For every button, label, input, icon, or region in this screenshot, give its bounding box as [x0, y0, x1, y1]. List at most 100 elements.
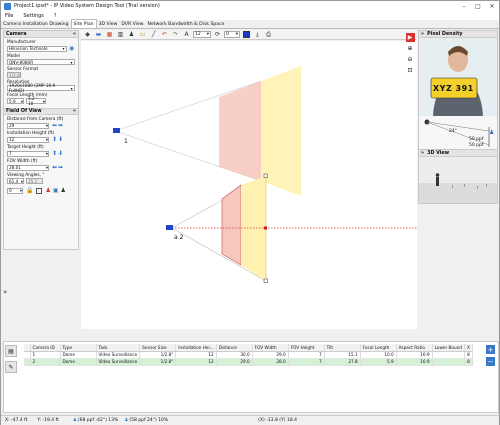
bottom-value-select[interactable]: 0 ▾ [7, 187, 23, 194]
add-icon[interactable]: + [486, 345, 495, 354]
resolution-select[interactable]: 1920x1080 (2MP 16:9 FullHD) ▾ [7, 83, 75, 93]
col-header[interactable]: Focal Length [360, 344, 397, 352]
download-icon[interactable]: ⤓ [253, 31, 262, 39]
view-3d-header[interactable]: » 3D View [419, 150, 497, 157]
person-icon[interactable]: ♟ [61, 187, 66, 194]
col-header[interactable]: Distance [216, 344, 253, 352]
model-select[interactable]: QNV-8080R ▾ [7, 59, 75, 65]
distance-arrows-icon[interactable]: ⬅➡ [52, 122, 64, 129]
menu-file[interactable]: File [5, 13, 13, 19]
person-red-icon[interactable]: ♟ [45, 187, 50, 194]
table-row[interactable]: 1 Dome Video Surveillance 1/2.8" 12 30.0… [24, 351, 473, 359]
table-cell: 5.9 [360, 358, 397, 366]
tab-network-bandwidth[interactable]: Network Bandwidth & Disk Space [146, 20, 227, 28]
line-tool-icon[interactable]: ╱ [149, 31, 158, 39]
height-arrows-icon[interactable]: ⬆⬇ [52, 136, 64, 143]
table-row-selected[interactable]: 2 Dome Video Surveillance 1/2.8" 12 29.0… [24, 358, 473, 366]
table-cell: 28.0 [252, 358, 289, 366]
globe-icon[interactable]: ◉ [69, 45, 74, 52]
table-cell: 8 [464, 358, 473, 366]
wall-icon[interactable]: ▦ [105, 31, 114, 39]
col-header[interactable]: Sensor Size [139, 344, 177, 352]
col-header[interactable]: Installation Hei... [175, 344, 217, 352]
grid-icon[interactable]: ▥ [116, 31, 125, 39]
col-header[interactable]: Tilt [324, 344, 361, 352]
table-cell: 12 [175, 351, 217, 359]
angle-diagram [423, 119, 495, 149]
angle-h-input[interactable]: 61.4 ▾ [7, 178, 24, 184]
collapse-icon[interactable]: « [73, 32, 76, 37]
menu-help[interactable]: ? [54, 13, 57, 19]
youtube-icon[interactable]: ▶ [405, 33, 415, 42]
zoom-in-icon[interactable]: ⊕ [406, 44, 415, 53]
fit-icon[interactable]: ⊡ [406, 66, 415, 75]
pointer-icon[interactable]: ◆ [83, 31, 92, 39]
zoom-out-icon[interactable]: ⊖ [406, 55, 415, 64]
table-cell [432, 358, 465, 366]
installation-height-input[interactable]: 12 ▾ [7, 136, 49, 143]
expand-icon[interactable]: » [421, 32, 424, 37]
camera-icon[interactable]: ▬ [94, 31, 103, 39]
remove-icon[interactable]: − [486, 357, 495, 366]
chevron-down-icon: ▾ [45, 151, 48, 156]
target-height-input[interactable]: 7 ▾ [7, 150, 49, 157]
pencil-icon[interactable]: ✎ [5, 361, 17, 373]
table-cell: 29.0 [216, 358, 253, 366]
col-header[interactable]: X [464, 344, 473, 352]
redo-icon[interactable]: ↷ [171, 31, 180, 39]
target-arrows-icon[interactable]: ⬆⬇ [52, 150, 64, 157]
focal-length-input[interactable]: 5.9 ▾ [7, 98, 24, 104]
fov-width-input[interactable]: 28.01 ▾ [7, 164, 49, 171]
rotate-select[interactable]: 0 ▾ [224, 31, 240, 38]
sensor-format-field[interactable]: 1/2.8" [7, 72, 22, 78]
col-header[interactable]: Type [60, 344, 97, 352]
maximize-icon[interactable]: □ [471, 1, 485, 11]
table-cell: 1 [30, 351, 61, 359]
tab-site-plan[interactable]: Site Plan [70, 19, 97, 28]
person-tool-icon[interactable]: ♟ [127, 31, 136, 39]
camera-table: Camera ID Type Task Sensor Size Installa… [24, 344, 473, 366]
camera-2-marker[interactable] [166, 225, 173, 230]
text-size-icon[interactable]: A [182, 31, 191, 39]
table-cell: 27.8 [324, 358, 361, 366]
angle-v-field[interactable]: 35.1 [26, 178, 43, 184]
color-picker-icon[interactable] [242, 31, 251, 39]
undo-icon[interactable]: ↶ [160, 31, 169, 39]
expand-icon[interactable]: » [421, 151, 424, 156]
close-icon[interactable]: ✕ [485, 1, 499, 11]
table-cell: 16:9 [396, 358, 433, 366]
col-header[interactable]: Camera ID [30, 344, 61, 352]
expand-panel-icon[interactable]: » [3, 288, 7, 296]
col-header[interactable]: Aspect Ratio [396, 344, 433, 352]
menu-settings[interactable]: Settings [23, 13, 44, 19]
size-select[interactable]: 12 ▾ [193, 31, 211, 38]
camera-1-fov[interactable] [114, 66, 301, 196]
col-header[interactable]: Lower Bound [432, 344, 465, 352]
table-cell: Video Surveillance [96, 351, 141, 359]
fov-section-header[interactable]: Field Of View « [4, 108, 78, 115]
print-icon[interactable]: ⎙ [264, 31, 273, 39]
distance-input[interactable]: 29 ▾ [7, 122, 49, 129]
ppf-top-text: 50 ppf [469, 137, 484, 142]
tab-3d-view[interactable]: 3D View [97, 20, 120, 28]
lock-icon[interactable]: 🔒 [26, 187, 33, 194]
col-header[interactable]: FOV Height [288, 344, 325, 352]
camera-list-icon[interactable]: ▤ [5, 345, 17, 357]
focal-range-select[interactable]: 3.2 - 10 ▾ [26, 96, 46, 106]
tab-camera-installation[interactable]: Camera Installation Drawing [1, 20, 71, 28]
checkbox-icon[interactable] [36, 187, 43, 194]
camera-1-marker[interactable] [113, 128, 120, 133]
car-icon[interactable]: ▭ [138, 31, 147, 39]
col-header[interactable]: Task [96, 344, 141, 352]
manufacturer-select[interactable]: Hikvision Technolo ▾ [7, 45, 67, 52]
id-card-icon[interactable]: ▣ [53, 187, 59, 194]
minimize-icon[interactable]: – [457, 1, 471, 11]
pixel-density-header[interactable]: » Pixel Density [419, 31, 497, 38]
rotate-icon[interactable]: ⟳ [213, 31, 222, 39]
col-header[interactable]: FOV Width [252, 344, 289, 352]
width-arrows-icon[interactable]: ⬅➡ [52, 164, 64, 171]
camera-section-header[interactable]: Camera « [4, 31, 78, 38]
tab-dvr-view[interactable]: DVR View [119, 20, 145, 28]
site-plan-canvas[interactable]: 1 a 2 [81, 41, 417, 329]
collapse-icon[interactable]: « [73, 109, 76, 114]
